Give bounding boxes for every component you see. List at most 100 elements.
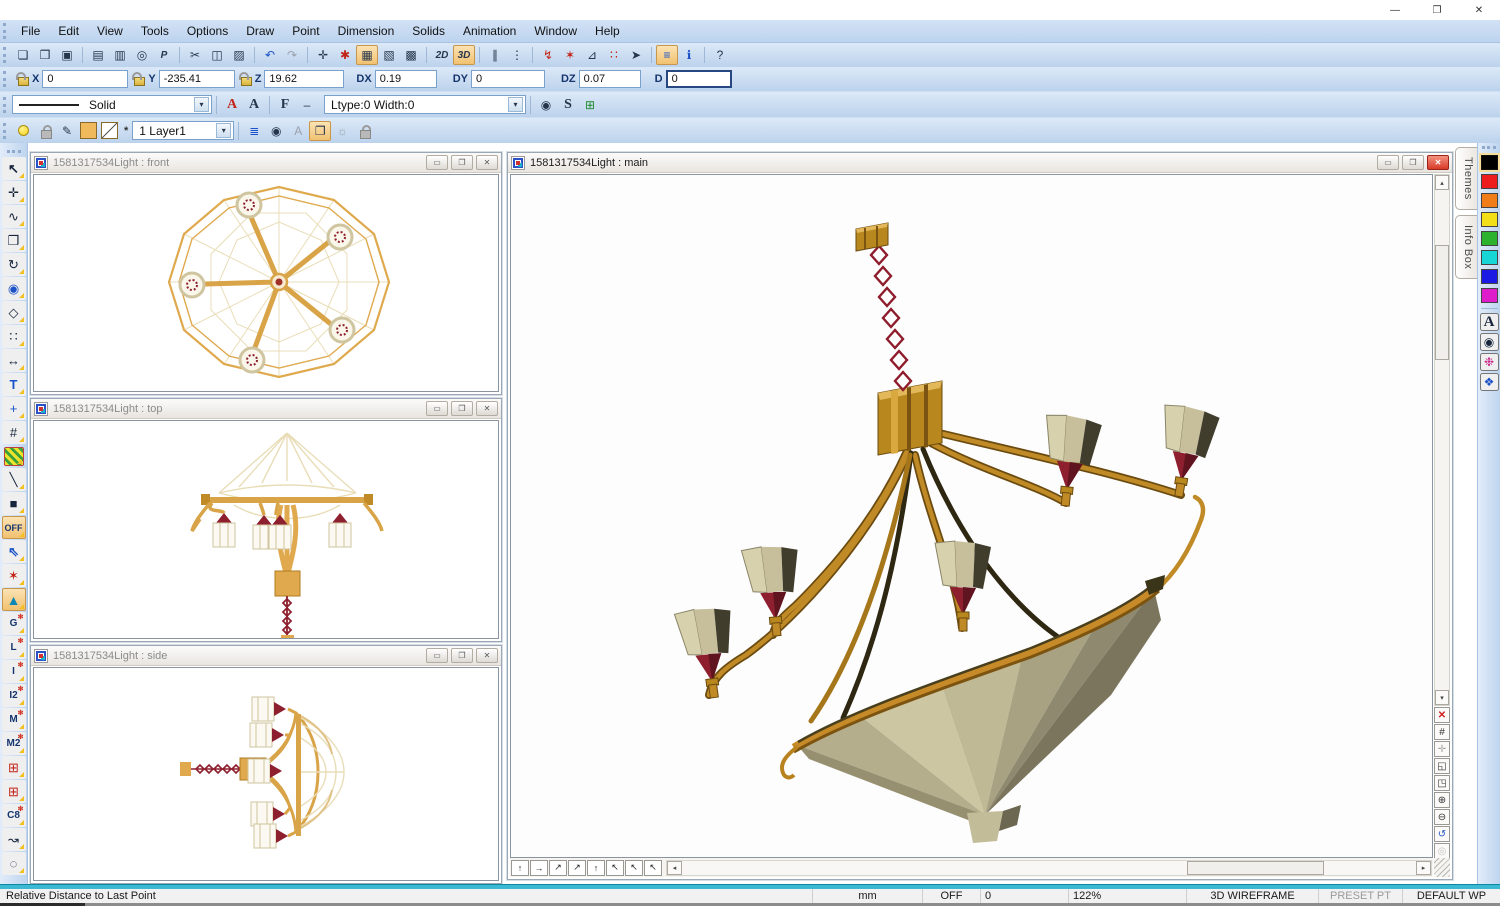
zoom-window-icon[interactable]: ◱ xyxy=(1434,758,1450,774)
color-swatch-blue[interactable] xyxy=(1481,269,1498,284)
color-swatch-yellow[interactable] xyxy=(1481,212,1498,227)
color-by-layer-icon[interactable]: ❖ xyxy=(1480,373,1499,391)
window-title-bar[interactable]: 1581317534Light : front ▭ ❐ ✕ xyxy=(31,153,501,173)
quick-snap-tool[interactable]: ✶ xyxy=(2,564,26,587)
menu-item[interactable]: View xyxy=(88,22,132,40)
menu-item[interactable]: Draw xyxy=(237,22,283,40)
zoom-level-indicator[interactable]: 122% xyxy=(1068,889,1186,903)
line-style-select[interactable]: Solid ▾ xyxy=(12,95,212,114)
paste-icon[interactable]: ▨ xyxy=(228,45,250,65)
info-icon[interactable]: ℹ xyxy=(678,45,700,65)
view-direction-button[interactable]: ↖ xyxy=(606,860,624,876)
ortho-icon[interactable]: ⋮ xyxy=(506,45,528,65)
viewport-window-main[interactable]: 1581317534Light : main ▭ ❐ ✕ xyxy=(507,152,1453,880)
pan-icon[interactable]: ✛ xyxy=(312,45,334,65)
dimension-tool[interactable]: ↔ xyxy=(2,349,26,372)
toolbar-grip[interactable] xyxy=(3,123,8,139)
layer-clipboard-icon[interactable]: ❐ xyxy=(309,121,331,141)
snap-off-toggle[interactable]: OFF xyxy=(2,516,26,539)
parallel-icon[interactable]: ∥ xyxy=(484,45,506,65)
open-file-icon[interactable]: ❒ xyxy=(34,45,56,65)
vertical-scroll-thumb[interactable] xyxy=(1435,245,1449,360)
scroll-right-button[interactable]: ▸ xyxy=(1416,861,1431,875)
toolbar-grip[interactable] xyxy=(3,47,8,63)
layer-edit-button[interactable]: ✎ xyxy=(56,121,78,141)
preset-point-indicator[interactable]: PRESET PT xyxy=(1318,889,1402,903)
toolbar-grip[interactable] xyxy=(3,97,8,113)
zoom-in-icon[interactable]: ⊕ xyxy=(1434,792,1450,808)
pick-icon[interactable]: ➤ xyxy=(625,45,647,65)
tab-themes[interactable]: Themes xyxy=(1455,147,1477,210)
close-viewport-button[interactable]: ✕ xyxy=(1427,155,1449,170)
main-3d-canvas[interactable] xyxy=(510,174,1433,858)
entity-list-icon[interactable]: ≡ xyxy=(656,45,678,65)
view-direction-button[interactable]: → xyxy=(530,860,548,876)
view-direction-button[interactable]: ↖ xyxy=(644,860,662,876)
y-input[interactable]: -235.41 xyxy=(159,70,235,88)
plot-icon[interactable]: P xyxy=(153,45,175,65)
horizontal-scrollbar[interactable]: ◂ ▸ xyxy=(666,860,1432,876)
view-direction-button[interactable]: ↖ xyxy=(625,860,643,876)
viewport-single-icon[interactable]: ▦ xyxy=(356,45,378,65)
regen-icon[interactable]: ✱ xyxy=(334,45,356,65)
layer-lock-icon[interactable] xyxy=(353,121,375,141)
layer-bulb-icon[interactable]: ☼ xyxy=(331,121,353,141)
menu-item[interactable]: Edit xyxy=(49,22,88,40)
maximize-viewport-button[interactable]: ❐ xyxy=(451,401,473,416)
context-help-icon[interactable]: ? xyxy=(709,45,731,65)
color-swatch-red[interactable] xyxy=(1481,174,1498,189)
tab-info-box[interactable]: Info Box xyxy=(1455,215,1477,279)
polyline-tool[interactable]: ∿ xyxy=(2,205,26,228)
hide-tool-icon[interactable]: ◉ xyxy=(535,95,557,115)
snap-circle[interactable]: ◌ xyxy=(2,852,26,875)
solids-tool[interactable]: ❒ xyxy=(2,229,26,252)
select-tool[interactable]: ↖ xyxy=(2,157,26,180)
menu-item[interactable]: Point xyxy=(283,22,328,40)
snap-middle[interactable]: M xyxy=(2,708,26,731)
layer-copy-icon[interactable]: ⊞ xyxy=(579,95,601,115)
side-view-canvas[interactable] xyxy=(33,667,499,881)
minimize-window-button[interactable]: — xyxy=(1374,0,1416,20)
scroll-left-button[interactable]: ◂ xyxy=(667,861,682,875)
hatch-tool[interactable] xyxy=(4,447,24,466)
d-input[interactable]: 0 xyxy=(666,70,732,88)
view-direction-button[interactable]: ↑ xyxy=(511,860,529,876)
render-mode-indicator[interactable]: 3D WIREFRAME xyxy=(1186,889,1318,903)
viewport-window-front[interactable]: 1581317534Light : front ▭ ❐ ✕ xyxy=(30,152,502,395)
rotate-tool[interactable]: ↻ xyxy=(2,253,26,276)
maximize-viewport-button[interactable]: ❐ xyxy=(451,648,473,663)
snap-toggle-indicator[interactable]: OFF xyxy=(922,889,980,903)
lock-z-icon[interactable] xyxy=(241,77,252,86)
visibility-icon[interactable]: ◉ xyxy=(1480,333,1499,351)
mode-3d-icon[interactable]: 3D xyxy=(453,45,475,65)
copy-icon[interactable]: ◫ xyxy=(206,45,228,65)
vertical-scrollbar[interactable]: ▴ ▾ xyxy=(1434,174,1450,706)
redo-icon[interactable]: ↷ xyxy=(281,45,303,65)
color-swatch-black[interactable] xyxy=(1481,155,1498,170)
x-input[interactable]: 0 xyxy=(42,70,128,88)
layer-color-swatch[interactable] xyxy=(80,122,97,139)
zoom-disabled-icon[interactable]: ◎ xyxy=(1434,843,1450,859)
toolbar-grip[interactable] xyxy=(7,150,21,154)
font-style-button[interactable]: A xyxy=(243,95,265,115)
minimize-viewport-button[interactable]: ▭ xyxy=(1377,155,1399,170)
new-file-icon[interactable]: ❏ xyxy=(12,45,34,65)
viewport-split-icon[interactable]: ▧ xyxy=(378,45,400,65)
text-tool[interactable]: T xyxy=(2,373,26,396)
menu-item[interactable]: File xyxy=(12,22,49,40)
menu-item[interactable]: Tools xyxy=(132,22,178,40)
z-input[interactable]: 19.62 xyxy=(264,70,344,88)
minimize-viewport-button[interactable]: ▭ xyxy=(426,155,448,170)
circle-tool[interactable]: ◉ xyxy=(2,277,26,300)
view-direction-button[interactable]: ↗ xyxy=(549,860,567,876)
snap-box-2[interactable]: ⊞ xyxy=(2,780,26,803)
toolbar-grip[interactable] xyxy=(3,71,8,87)
setsquare-icon[interactable]: ⊿ xyxy=(581,45,603,65)
line-tool[interactable]: ╲ xyxy=(2,468,26,491)
grid-icon[interactable]: # xyxy=(1434,724,1450,740)
format-button[interactable]: F xyxy=(274,95,296,115)
text-style-icon[interactable]: A xyxy=(1480,313,1499,331)
move-tool[interactable]: ✛ xyxy=(2,181,26,204)
color-swatch-cyan[interactable] xyxy=(1481,250,1498,265)
pan-tool-icon[interactable]: ✛ xyxy=(1434,741,1450,757)
